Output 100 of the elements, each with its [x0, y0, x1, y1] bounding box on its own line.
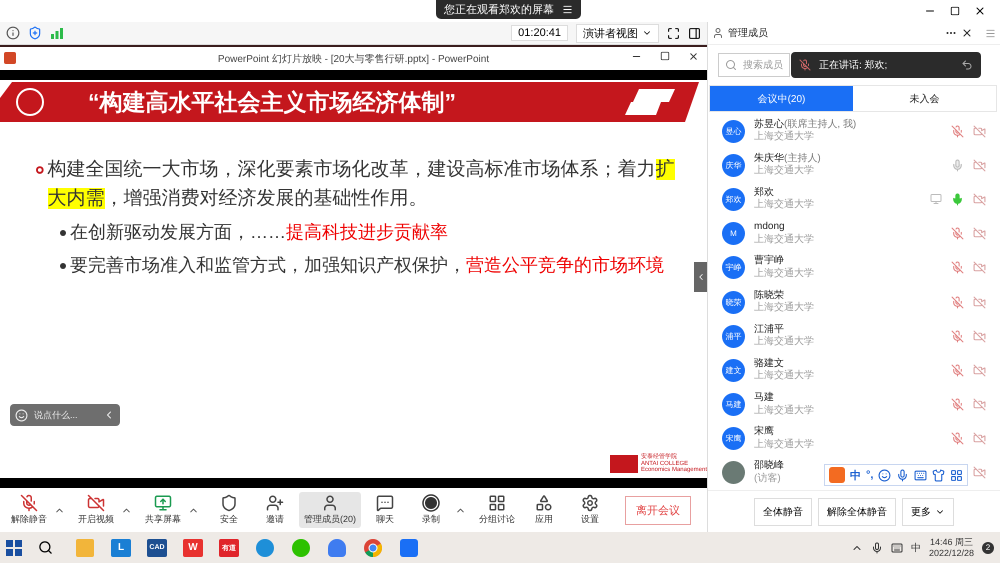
close-icon[interactable]	[961, 27, 973, 39]
speaking-text: 正在讲话: 郑欢;	[819, 58, 888, 72]
keyboard-icon[interactable]	[890, 542, 903, 554]
panel-button[interactable]: 全体静音	[754, 498, 812, 526]
maximize-icon[interactable]	[660, 51, 670, 61]
avatar: 宇峥	[722, 256, 745, 280]
view-dropdown[interactable]: 演讲者视图	[576, 24, 659, 42]
panel-button[interactable]: 解除全体静音	[818, 498, 896, 526]
avatar: 庆华	[722, 154, 745, 177]
presentation-app-icon	[4, 52, 16, 64]
participant-name: 宋鹰	[754, 426, 774, 438]
fullscreen-icon[interactable]	[667, 26, 680, 40]
toolbar-button[interactable]: 录制	[409, 492, 454, 528]
menu-icon[interactable]	[562, 4, 573, 15]
participant-name: 郑欢	[754, 186, 774, 198]
panel-title: 管理成员	[728, 26, 768, 40]
mic-icon[interactable]	[870, 542, 883, 554]
shirt-icon[interactable]	[932, 468, 946, 482]
participant-name: 马建	[754, 392, 774, 404]
mic-icon[interactable]	[896, 468, 910, 482]
participant-name: 苏昱心(联席主持人, 我)	[754, 118, 856, 130]
participant-name: 江浦平	[754, 324, 784, 336]
video-off-icon	[973, 158, 986, 172]
tab[interactable]: 会议中(20)	[710, 86, 853, 111]
avatar: 宋鹰	[722, 427, 745, 450]
college-logo-icon	[610, 455, 638, 474]
participant-org: 上海交通大学	[754, 234, 814, 246]
participant-org: 上海交通大学	[754, 131, 814, 144]
close-icon[interactable]	[974, 5, 986, 17]
info-icon[interactable]	[6, 26, 20, 40]
avatar: 建文	[722, 358, 745, 382]
signal-icon	[50, 27, 64, 39]
participant-name: 朱庆华(主持人)	[754, 152, 821, 164]
participant-org: 上海交通大学	[754, 165, 814, 178]
video-off-icon	[973, 330, 986, 343]
avatar: 郑欢	[722, 188, 745, 211]
avatar: 马建	[722, 393, 745, 416]
toolbar-button[interactable]: 共享屏幕	[140, 492, 186, 528]
emoji-icon[interactable]	[878, 468, 892, 482]
close-icon[interactable]	[688, 51, 699, 62]
toolbar-button[interactable]: 开启视频	[73, 492, 119, 528]
chat-input[interactable]: 说点什么...	[10, 404, 120, 426]
notice-text: 您正在观看郑欢的屏幕	[444, 3, 554, 17]
toolbar-button[interactable]: 邀请	[253, 492, 297, 528]
sidebar-icon[interactable]	[688, 26, 701, 40]
app-icon[interactable]: W	[183, 538, 203, 556]
undo-icon[interactable]	[961, 59, 973, 71]
video-off-icon	[973, 227, 986, 240]
participant-org: 上海交通大学	[754, 370, 814, 383]
browser-icon[interactable]	[256, 538, 274, 556]
participant-name: 邵晓峰	[754, 460, 784, 472]
shield-icon[interactable]	[28, 26, 42, 40]
avatar: 昱心	[722, 120, 745, 143]
share-screen-icon	[154, 494, 172, 512]
browser-icon[interactable]	[364, 538, 382, 556]
ime-toolbar[interactable]: 中 °,	[824, 464, 968, 486]
ime-mode-text[interactable]: °,	[866, 469, 874, 481]
toolbar-button[interactable]: 安全	[207, 492, 251, 528]
video-off-icon	[973, 192, 986, 206]
user-icon	[321, 494, 339, 512]
video-off-icon	[973, 398, 986, 412]
meeting-app-icon[interactable]	[400, 538, 418, 556]
avatar: 浦平	[722, 324, 745, 348]
search-icon[interactable]	[38, 540, 53, 555]
search-icon	[725, 59, 737, 71]
chat-placeholder: 说点什么...	[34, 408, 78, 422]
notification-badge[interactable]: 2	[982, 542, 994, 554]
participant-name: mdong	[754, 221, 785, 234]
toolbar-button[interactable]: 管理成员(20)	[299, 492, 362, 528]
video-off-icon	[973, 466, 986, 480]
input-method-indicator[interactable]: 中	[910, 540, 921, 554]
video-off-icon	[973, 124, 986, 138]
toolbar-button[interactable]: 解除静音	[6, 492, 52, 528]
keyboard-icon[interactable]	[914, 468, 928, 482]
participant-org: 上海交通大学	[754, 199, 814, 212]
slide-title: “构建高水平社会主义市场经济体制”	[88, 88, 456, 116]
clock[interactable]: 14:46 周三 2022/12/28	[928, 536, 974, 558]
leave-meeting-button[interactable]: 离开会议	[625, 496, 691, 524]
participant-org: (访客)	[754, 472, 781, 486]
mic-off-icon	[799, 59, 811, 71]
grid-icon[interactable]	[950, 468, 964, 482]
maximize-icon[interactable]	[950, 6, 960, 16]
avatar: M	[722, 222, 745, 246]
toolbar-button[interactable]: 分组讨论	[474, 492, 520, 528]
video-off-icon	[87, 494, 105, 512]
windows-start-icon[interactable]	[6, 540, 22, 556]
panel-button[interactable]: 更多	[902, 498, 954, 526]
toolbar-button[interactable]: 设置	[568, 492, 612, 528]
mic-off-icon	[20, 494, 38, 512]
meeting-timer: 01:20:41	[511, 25, 568, 41]
sub-bullet: 要完善市场准入和监管方式，加强知识产权保护，营造公平竞争的市场环境	[70, 254, 664, 277]
logo-drawing	[625, 89, 675, 115]
bullet-icon	[36, 164, 44, 176]
toolbar-button[interactable]: 聊天	[363, 492, 408, 528]
app-icon[interactable]: L	[111, 538, 131, 556]
toolbar-button[interactable]: 应用	[522, 492, 566, 528]
participant-org: 上海交通大学	[754, 336, 814, 349]
ime-mode-text[interactable]: 中	[850, 468, 861, 482]
cloud-icon[interactable]	[328, 538, 346, 556]
window-title: PowerPoint 幻灯片放映 - [20大与零售行研.pptx] - PowerPoint	[218, 52, 490, 66]
